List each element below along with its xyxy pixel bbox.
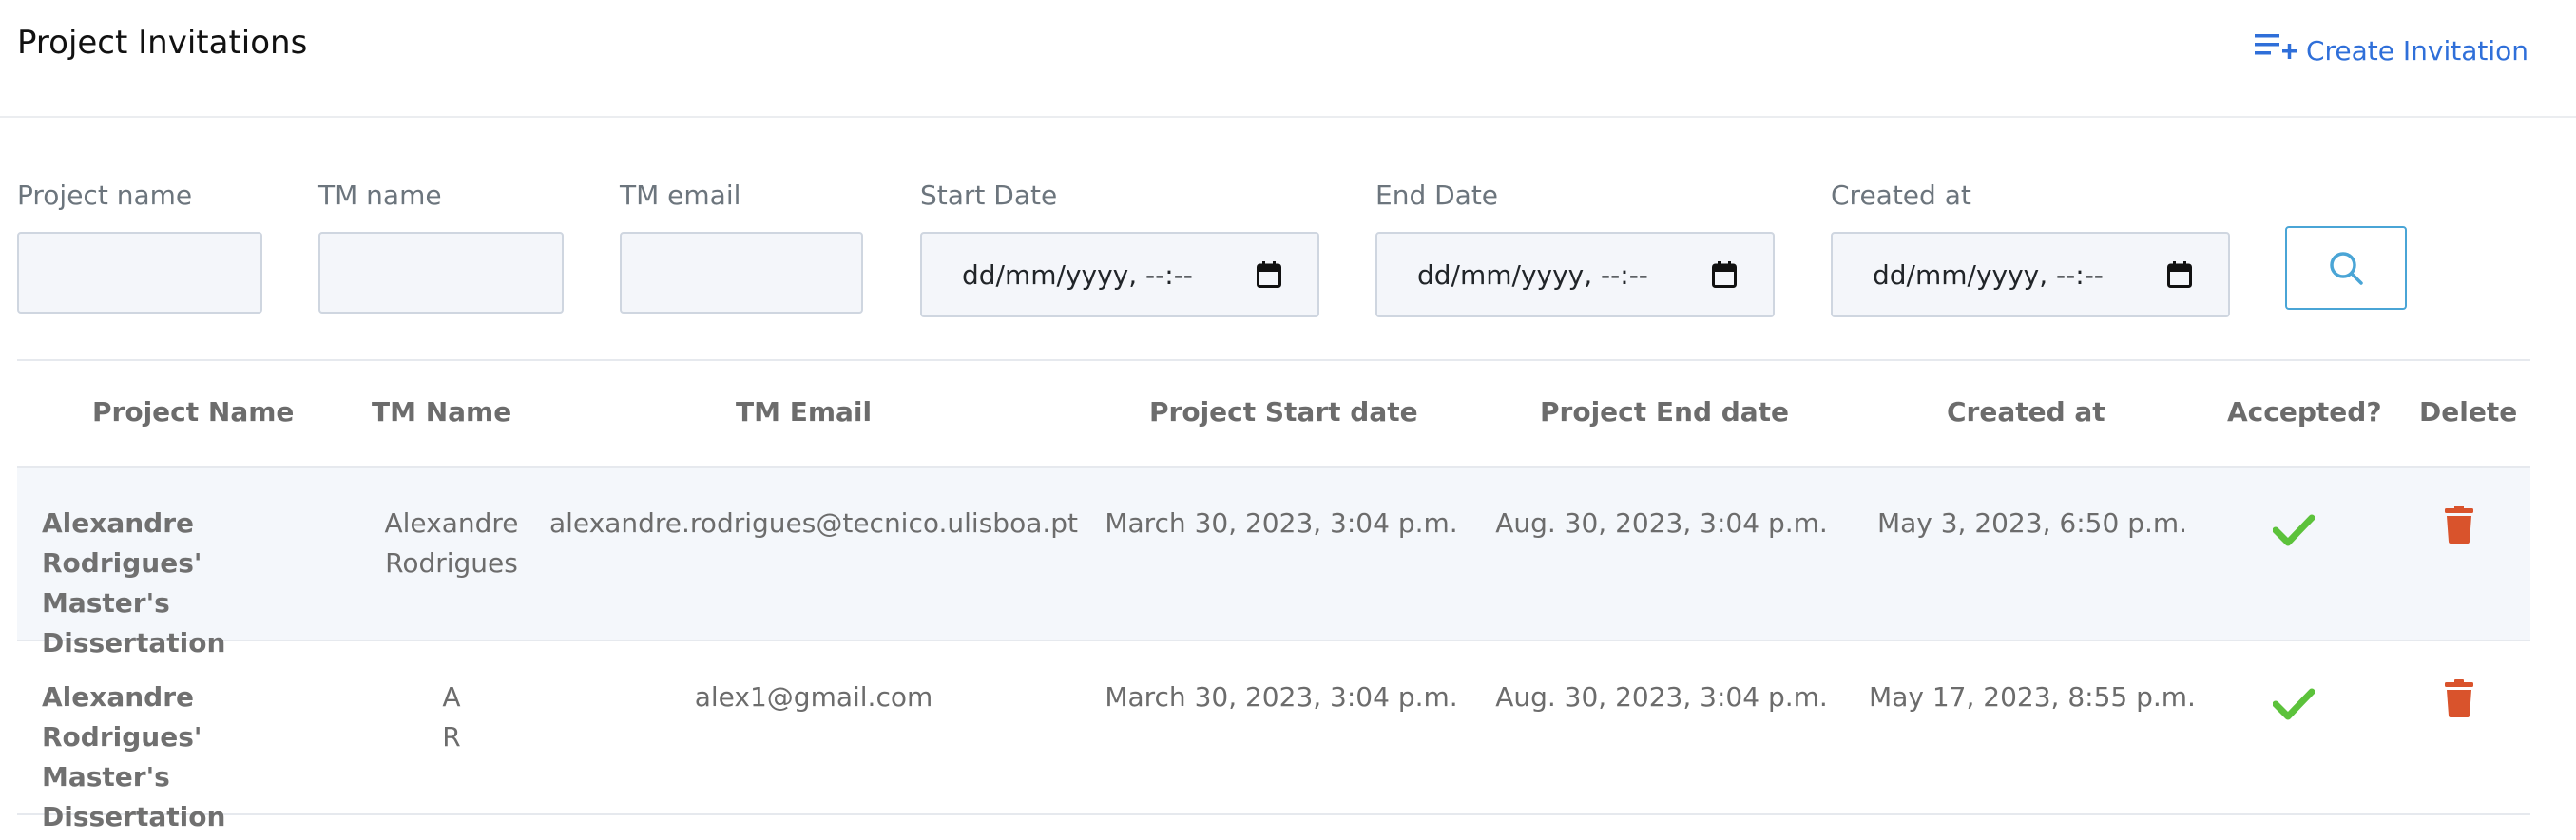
search-icon [2330,252,2363,285]
start-date-placeholder: dd/mm/yyyy, --:-- [962,258,1193,291]
trash-icon[interactable] [2445,506,2473,544]
end-date-input[interactable]: dd/mm/yyyy, --:-- [1375,232,1775,317]
tm-email-filter-label: TM email [620,180,741,211]
cell-tm-email: alex1@gmail.com [694,681,933,713]
cell-tm-name: Alexandre Rodrigues [352,504,551,583]
invitations-table: Project Name TM Name TM Email Project St… [17,361,2530,832]
cell-end-date: Aug. 30, 2023, 3:04 p.m. [1495,507,1828,539]
tm-name-line: Rodrigues [385,547,518,579]
filter-tm-name: TM name [318,179,564,314]
created-at-filter-label: Created at [1831,180,1971,211]
column-header-end-date: Project End date [1540,396,1790,428]
filter-start-date: Start Date dd/mm/yyyy, --:-- [920,179,1319,317]
start-date-input[interactable]: dd/mm/yyyy, --:-- [920,232,1319,317]
check-icon [2273,688,2315,720]
start-date-filter-label: Start Date [920,180,1058,211]
cell-start-date: March 30, 2023, 3:04 p.m. [1105,507,1458,539]
column-header-created-at: Created at [1947,396,2105,428]
page-title: Project Invitations [17,24,308,62]
page-header: Project Invitations Create Invitation [0,0,2576,118]
project-name-line: Alexandre Rodrigues' [42,681,202,753]
table-header-row: Project Name TM Name TM Email Project St… [17,361,2530,468]
calendar-icon[interactable] [1712,261,1737,288]
cell-end-date: Aug. 30, 2023, 3:04 p.m. [1495,681,1828,713]
cell-start-date: March 30, 2023, 3:04 p.m. [1105,681,1458,713]
tm-name-input[interactable] [318,232,564,314]
cell-created-at: May 17, 2023, 8:55 p.m. [1869,681,2196,713]
table-row: Alexandre Rodrigues' Master's Dissertati… [17,468,2530,659]
end-date-filter-label: End Date [1375,180,1499,211]
create-invitation-label: Create Invitation [2305,35,2528,67]
created-at-placeholder: dd/mm/yyyy, --:-- [1873,258,2104,291]
project-name-input[interactable] [17,232,262,314]
tm-name-filter-label: TM name [318,180,442,211]
filter-project-name: Project name [17,179,262,314]
filter-tm-email: TM email [620,179,863,314]
calendar-icon[interactable] [1257,261,1281,288]
calendar-icon[interactable] [2167,261,2192,288]
create-invitation-button[interactable]: Create Invitation [2254,30,2528,67]
tm-name-line: A [442,681,461,713]
project-name-line: Alexandre Rodrigues' [42,507,202,579]
cell-project-name: Alexandre Rodrigues' Master's Dissertati… [42,504,346,663]
playlist-add-icon [2254,34,2297,59]
cell-tm-name: A R [352,678,551,757]
check-icon [2273,514,2315,546]
table-row: Alexandre Rodrigues' Master's Dissertati… [17,641,2530,832]
column-header-delete: Delete [2419,396,2518,428]
tm-name-line: Alexandre [384,507,519,539]
tm-email-input[interactable] [620,232,863,314]
column-header-project-name: Project Name [92,396,295,428]
cell-created-at: May 3, 2023, 6:50 p.m. [1876,507,2188,539]
filter-created-at: Created at dd/mm/yyyy, --:-- [1831,179,2230,317]
cell-project-name: Alexandre Rodrigues' Master's Dissertati… [42,678,346,837]
trash-icon[interactable] [2445,679,2473,717]
column-header-accepted: Accepted? [2227,396,2382,428]
project-name-line: Master's Dissertation [42,761,226,832]
tm-name-line: R [442,721,461,753]
column-header-tm-email: TM Email [736,396,873,428]
created-at-input[interactable]: dd/mm/yyyy, --:-- [1831,232,2230,317]
search-button[interactable] [2285,226,2407,310]
project-invitations-page: Project Invitations Create Invitation Pr… [0,0,2576,840]
project-name-filter-label: Project name [17,180,193,211]
cell-tm-email: alexandre.rodrigues@tecnico.ulisboa.pt [548,507,1079,539]
column-header-start-date: Project Start date [1149,396,1418,428]
end-date-placeholder: dd/mm/yyyy, --:-- [1417,258,1648,291]
column-header-tm-name: TM Name [372,396,512,428]
filter-end-date: End Date dd/mm/yyyy, --:-- [1375,179,1775,317]
